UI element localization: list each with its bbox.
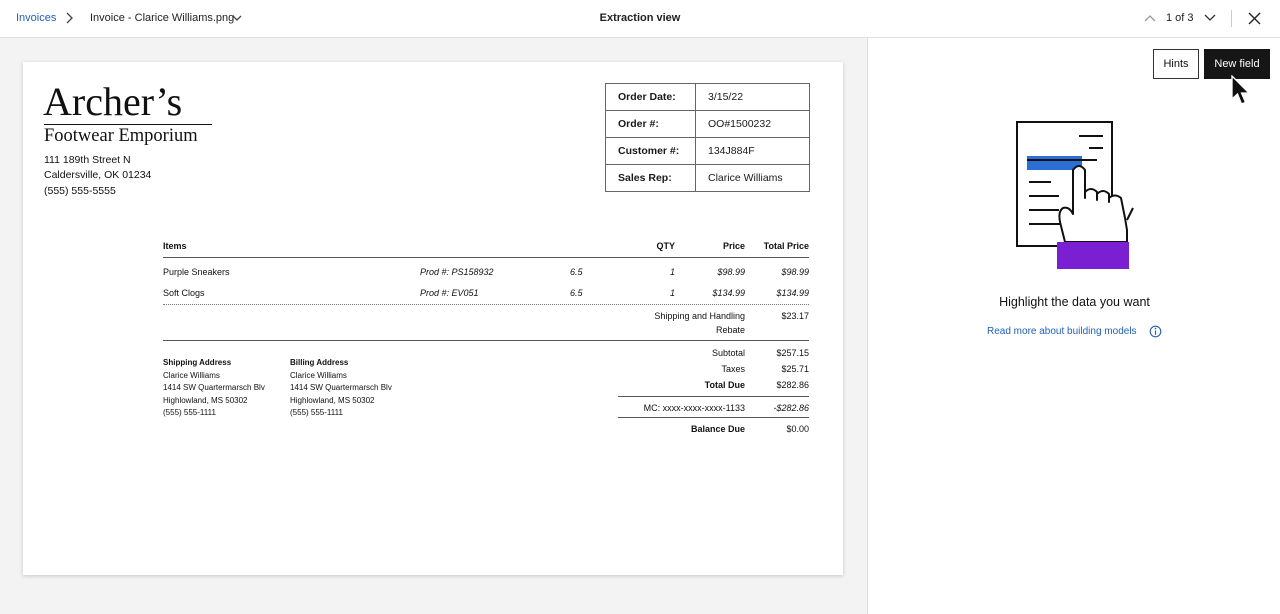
- company-address-line: 111 189th Street N: [44, 154, 131, 166]
- document-pane: Archer’s Footwear Emporium 111 189th Str…: [0, 38, 868, 614]
- order-date-label: Order Date:: [605, 83, 696, 111]
- total-column-header: Total Price: [763, 241, 809, 251]
- breadcrumb-invoices-link[interactable]: Invoices: [16, 12, 56, 24]
- taxes-label: Taxes: [721, 364, 745, 374]
- chevron-down-icon[interactable]: [1203, 12, 1217, 24]
- side-panel: Hints New field Highlight the data you w…: [869, 38, 1280, 614]
- divider: [163, 257, 809, 258]
- read-more-link[interactable]: Read more about building models: [987, 326, 1137, 337]
- sales-rep-value: Clarice Williams: [695, 164, 810, 192]
- highlight-document-illustration: [1016, 121, 1134, 269]
- table-row: Order Date: 3/15/22: [605, 83, 810, 111]
- subtotal-label: Subtotal: [711, 348, 745, 358]
- billing-address-line: (555) 555-1111: [290, 408, 343, 417]
- logo-rule: [44, 124, 212, 125]
- pager-count: 1 of 3: [1166, 12, 1194, 24]
- item-product-number: Prod #: PS158932: [420, 267, 494, 277]
- shipping-address-line: Clarice Williams: [163, 371, 220, 380]
- item-price: $134.99: [712, 288, 745, 298]
- billing-address-line: 1414 SW Quartermarsch Blv: [290, 383, 392, 392]
- payment-value: -$282.86: [773, 403, 809, 413]
- sales-rep-label: Sales Rep:: [605, 164, 696, 192]
- item-name: Soft Clogs: [163, 288, 205, 298]
- mouse-cursor-icon: [1231, 75, 1251, 105]
- shipping-address-line: (555) 555-1111: [163, 408, 216, 417]
- logo-subtitle: Footwear Emporium: [44, 126, 198, 146]
- shipping-address-title: Shipping Address: [163, 358, 232, 367]
- subtotal-value: $257.15: [776, 348, 809, 358]
- table-row: Sales Rep: Clarice Williams: [605, 164, 810, 192]
- customer-number-value: 134J884F: [695, 137, 810, 165]
- rebate-label: Rebate: [715, 325, 745, 335]
- chevron-down-icon[interactable]: [231, 13, 243, 23]
- divider: [618, 396, 809, 397]
- order-number-label: Order #:: [605, 110, 696, 138]
- shipping-label: Shipping and Handling: [654, 311, 745, 321]
- top-bar: Invoices Invoice - Clarice Williams.png …: [0, 0, 1280, 38]
- order-number-value: OO#1500232: [695, 110, 810, 138]
- order-date-value: 3/15/22: [695, 83, 810, 111]
- divider: [1231, 10, 1232, 27]
- shipping-value: $23.17: [781, 311, 809, 321]
- balance-due-value: $0.00: [786, 424, 809, 434]
- item-price: $98.99: [717, 267, 745, 277]
- logo-name: Archer’s: [43, 79, 183, 124]
- total-due-label: Total Due: [704, 380, 745, 390]
- close-icon[interactable]: [1246, 10, 1263, 27]
- item-total: $98.99: [781, 267, 809, 277]
- item-total: $134.99: [776, 288, 809, 298]
- divider: [163, 340, 809, 341]
- invoice-page[interactable]: Archer’s Footwear Emporium 111 189th Str…: [23, 62, 843, 575]
- table-row: Customer #: 134J884F: [605, 137, 810, 165]
- billing-address-line: Clarice Williams: [290, 371, 347, 380]
- view-title: Extraction view: [599, 12, 681, 24]
- item-product-number: Prod #: EV051: [420, 288, 479, 298]
- chevron-right-icon: [66, 12, 73, 24]
- company-phone: (555) 555-5555: [44, 185, 116, 197]
- shipping-address-line: 1414 SW Quartermarsch Blv: [163, 383, 265, 392]
- billing-address-line: Highlowland, MS 50302: [290, 396, 375, 405]
- item-name: Purple Sneakers: [163, 267, 230, 277]
- payment-label: MC: xxxx-xxxx-xxxx-1133: [643, 403, 745, 413]
- panel-heading: Highlight the data you want: [999, 295, 1150, 309]
- shipping-address-line: Highlowland, MS 50302: [163, 396, 248, 405]
- items-column-header: Items: [163, 241, 187, 251]
- balance-due-label: Balance Due: [690, 424, 745, 434]
- info-icon[interactable]: [1149, 325, 1162, 338]
- hints-button[interactable]: Hints: [1153, 49, 1199, 79]
- company-address-line: Caldersville, OK 01234: [44, 169, 152, 181]
- divider: [163, 304, 809, 305]
- item-size: 6.5: [570, 267, 583, 277]
- customer-number-label: Customer #:: [605, 137, 696, 165]
- item-qty: 1: [669, 267, 675, 277]
- chevron-up-icon[interactable]: [1143, 12, 1157, 24]
- price-column-header: Price: [722, 241, 745, 251]
- file-name: Invoice - Clarice Williams.png: [90, 12, 235, 24]
- billing-address-title: Billing Address: [290, 358, 349, 367]
- order-info-table: Order Date: 3/15/22 Order #: OO#1500232 Cu…: [605, 83, 810, 192]
- total-due-value: $282.86: [776, 380, 809, 390]
- qty-column-header: QTY: [656, 241, 675, 251]
- taxes-value: $25.71: [781, 364, 809, 374]
- item-qty: 1: [669, 288, 675, 298]
- table-row: Order #: OO#1500232: [605, 110, 810, 138]
- divider: [618, 417, 809, 418]
- item-size: 6.5: [570, 288, 583, 298]
